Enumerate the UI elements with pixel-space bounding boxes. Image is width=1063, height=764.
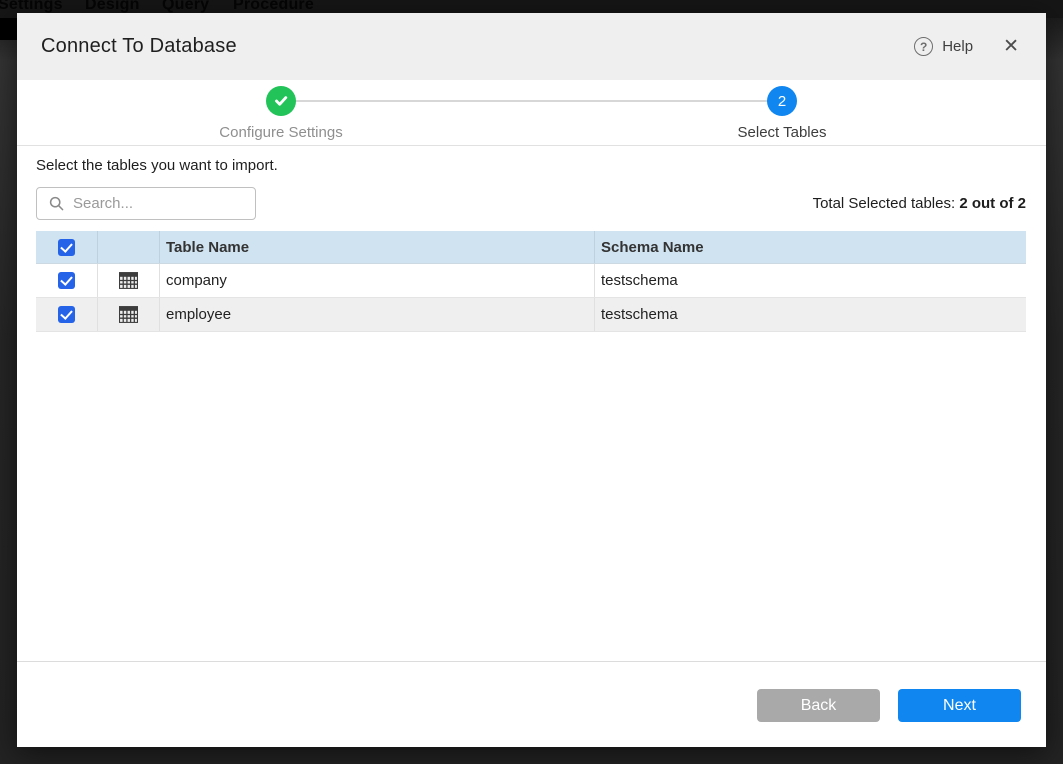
check-icon <box>274 95 288 107</box>
next-button[interactable]: Next <box>898 689 1021 722</box>
step-number-circle: 2 <box>767 86 797 116</box>
dialog-footer: Back Next <box>17 661 1046 747</box>
table-grid-icon <box>119 305 138 324</box>
table-row[interactable]: company testschema <box>36 264 1026 298</box>
dialog-header: Connect To Database ? Help ✕ <box>17 13 1046 80</box>
table-name-cell: employee <box>160 298 595 331</box>
column-header-table-name: Table Name <box>160 231 595 263</box>
instruction-text: Select the tables you want to import. <box>36 157 1026 174</box>
question-mark-icon: ? <box>914 37 933 56</box>
dialog-body: Select the tables you want to import. To… <box>17 146 1046 661</box>
select-all-checkbox[interactable] <box>58 239 75 256</box>
table-row[interactable]: employee testschema <box>36 298 1026 332</box>
background-shadow-band <box>0 18 17 40</box>
back-button[interactable]: Back <box>757 689 880 722</box>
summary-label: Total Selected tables: <box>813 195 956 212</box>
close-icon[interactable]: ✕ <box>1003 37 1019 56</box>
search-input[interactable] <box>73 195 272 212</box>
schema-name-cell: testschema <box>595 264 1026 297</box>
search-box <box>36 187 256 220</box>
table-header-row: Table Name Schema Name <box>36 231 1026 264</box>
summary-value: 2 out of 2 <box>959 195 1026 212</box>
row-checkbox[interactable] <box>58 306 75 323</box>
icon-column-header <box>98 231 160 263</box>
help-button[interactable]: ? Help <box>914 37 973 56</box>
step-completed-circle <box>266 86 296 116</box>
help-label: Help <box>942 38 973 55</box>
step-select-tables[interactable]: 2 Select Tables <box>672 86 892 141</box>
table-name-cell: company <box>160 264 595 297</box>
menu-item-query: Query <box>162 0 209 14</box>
step-label: Configure Settings <box>171 124 391 141</box>
step-label: Select Tables <box>672 124 892 141</box>
menu-item-procedure: Procedure <box>233 0 314 14</box>
wizard-stepper: Configure Settings 2 Select Tables <box>17 80 1046 146</box>
dialog-title: Connect To Database <box>41 35 237 58</box>
column-header-schema-name: Schema Name <box>595 231 1026 263</box>
schema-name-cell: testschema <box>595 298 1026 331</box>
menu-item-settings: Settings <box>0 0 63 14</box>
tables-list: Table Name Schema Name company testschem… <box>36 231 1026 332</box>
connect-to-database-dialog: Connect To Database ? Help ✕ Configure S… <box>17 13 1046 747</box>
table-grid-icon <box>119 271 138 290</box>
row-checkbox[interactable] <box>58 272 75 289</box>
search-icon <box>49 196 64 211</box>
selected-tables-summary: Total Selected tables: 2 out of 2 <box>813 195 1026 212</box>
menu-item-design: Design <box>85 0 140 14</box>
step-configure-settings[interactable]: Configure Settings <box>171 86 391 141</box>
